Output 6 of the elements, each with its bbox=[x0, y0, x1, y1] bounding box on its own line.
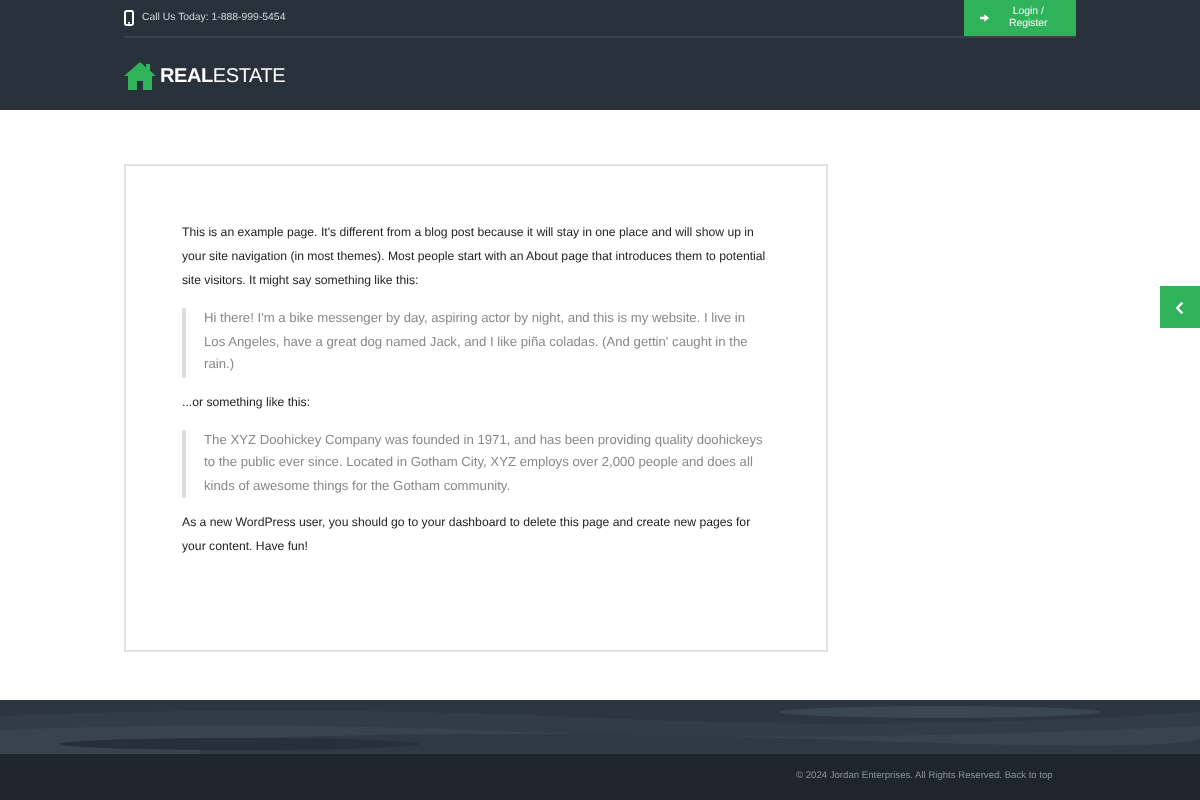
chevron-left-icon bbox=[1176, 301, 1184, 313]
side-tab-button[interactable] bbox=[1160, 286, 1200, 328]
phone-icon bbox=[124, 10, 134, 26]
login-icon bbox=[980, 12, 991, 24]
house-icon bbox=[124, 62, 156, 90]
logo-text: REALESTATE bbox=[160, 65, 286, 87]
